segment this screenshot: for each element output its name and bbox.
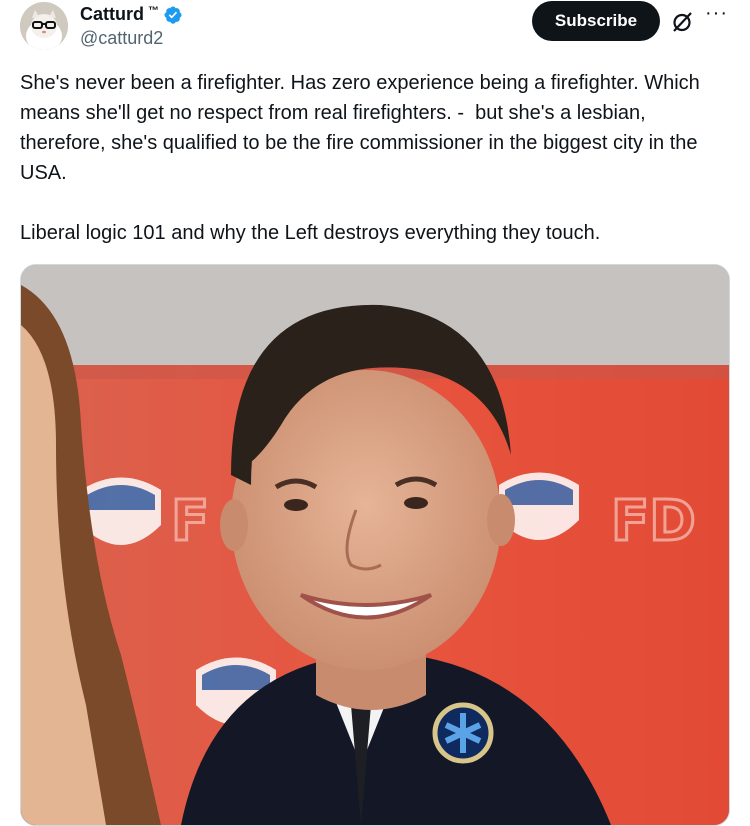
tweet-text: She's never been a firefighter. Has zero… [20,72,700,244]
grok-icon[interactable] [670,10,694,34]
more-icon[interactable]: ··· [705,3,727,30]
verified-badge-icon [164,5,182,24]
trademark-symbol: ™ [148,4,159,17]
subscribe-button[interactable]: Subscribe [532,1,660,41]
svg-text:F: F [171,489,209,554]
svg-text:FD: FD [611,489,696,554]
author-name-row[interactable]: Catturd ™ [80,4,183,25]
photo-image: FD F [21,265,729,825]
avatar[interactable] [20,2,68,50]
display-name[interactable]: Catturd [80,4,144,25]
author-handle[interactable]: @catturd2 [80,28,163,49]
tweet-photo[interactable]: FD F [20,264,730,826]
